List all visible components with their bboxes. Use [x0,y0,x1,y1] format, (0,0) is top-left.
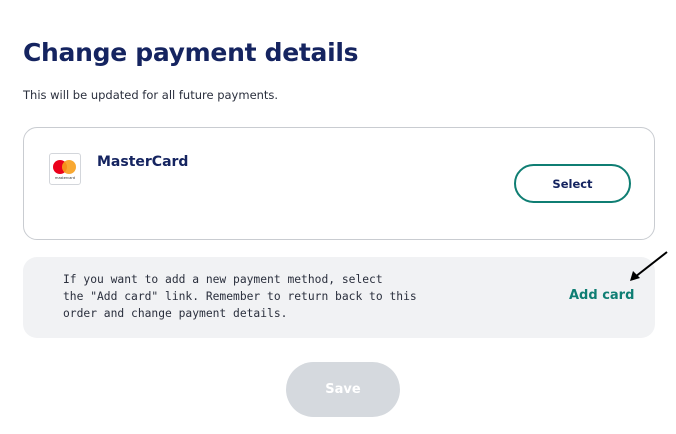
select-button[interactable]: Select [514,164,631,203]
page-title: Change payment details [23,38,359,67]
save-button[interactable]: Save [286,362,400,417]
arrow-annotation-icon [630,251,668,281]
info-line: If you want to add a new payment method,… [63,273,383,286]
mastercard-logo-icon: mastercard [49,153,81,185]
page-subtitle: This will be updated for all future paym… [23,88,279,102]
info-text: If you want to add a new payment method,… [63,271,417,322]
payment-card-option: mastercard MasterCard Select [23,127,655,240]
change-payment-page: Change payment details This will be upda… [0,0,676,434]
mastercard-logo-text: mastercard [55,176,75,180]
add-card-info-box: If you want to add a new payment method,… [23,257,655,338]
mastercard-yellow-circle [62,160,76,174]
info-line: the "Add card" link. Remember to return … [63,290,417,303]
arrow-head [630,271,640,281]
card-name: MasterCard [97,154,189,170]
add-card-link[interactable]: Add card [569,288,634,303]
info-line: order and change payment details. [63,307,288,320]
arrow-shaft [634,251,668,278]
